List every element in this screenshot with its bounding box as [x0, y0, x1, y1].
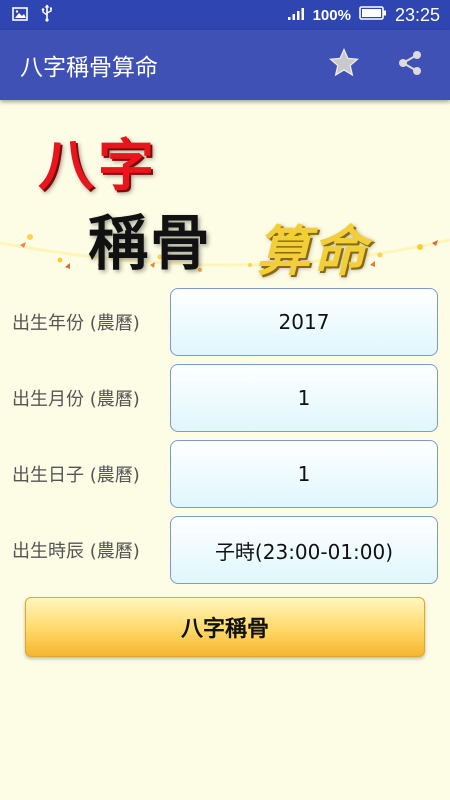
share-button[interactable]: [392, 47, 428, 83]
birth-hour-row: 出生時辰 (農曆) 子時(23:00-01:00): [0, 516, 450, 584]
banner-text-suanming: 算命: [256, 219, 368, 283]
title-banner: 八字 稱骨 算命: [0, 115, 450, 285]
banner-text-chenggu: 稱骨: [88, 209, 212, 279]
birth-day-row: 出生日子 (農曆) 1: [0, 440, 450, 508]
status-left: [0, 4, 54, 26]
birth-year-select[interactable]: 2017: [170, 288, 438, 356]
birth-year-label: 出生年份 (農曆): [12, 313, 140, 334]
calculate-button[interactable]: 八字稱骨: [25, 597, 425, 657]
birth-month-select[interactable]: 1: [170, 364, 438, 432]
banner-text-bazi: 八字: [38, 133, 158, 199]
status-right: 100% 23:25: [287, 5, 450, 26]
status-bar: 100% 23:25: [0, 0, 450, 30]
birth-month-label: 出生月份 (農曆): [12, 389, 140, 410]
app-actions: [326, 47, 450, 83]
image-icon: [12, 6, 28, 25]
favorite-button[interactable]: [326, 47, 362, 83]
app-title: 八字稱骨算命: [20, 55, 158, 81]
share-icon: [395, 48, 425, 82]
battery-icon: [359, 5, 387, 25]
battery-percent: 100%: [312, 6, 351, 24]
birth-day-label: 出生日子 (農曆): [12, 465, 140, 486]
birth-hour-label: 出生時辰 (農曆): [12, 541, 140, 562]
birth-day-select[interactable]: 1: [170, 440, 438, 508]
app-bar: 八字稱骨算命: [0, 30, 450, 100]
birth-year-row: 出生年份 (農曆) 2017: [0, 288, 450, 356]
birth-month-row: 出生月份 (農曆) 1: [0, 364, 450, 432]
status-time: 23:25: [394, 4, 440, 25]
signal-icon: [287, 6, 305, 25]
star-icon: [328, 47, 360, 83]
usb-icon: [40, 4, 54, 26]
birth-hour-select[interactable]: 子時(23:00-01:00): [170, 516, 438, 584]
